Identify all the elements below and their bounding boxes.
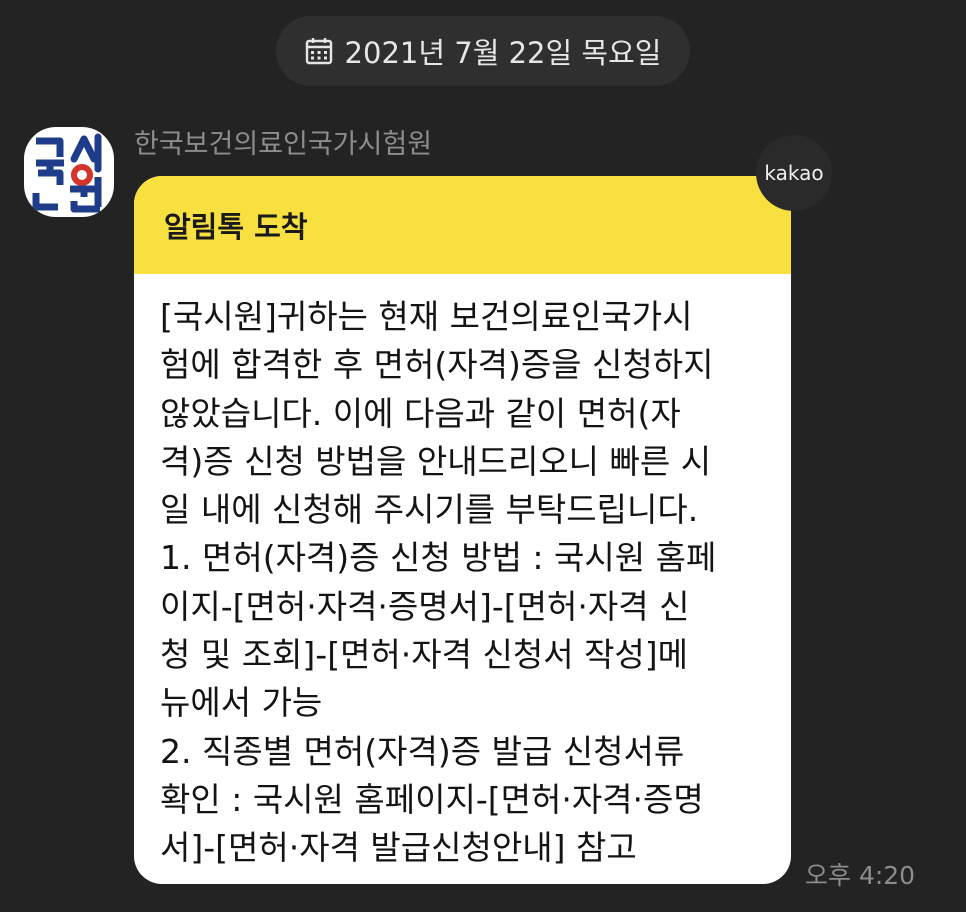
date-text: 2021년 7월 22일 목요일 <box>344 36 662 70</box>
kakao-badge: kakao <box>756 135 832 211</box>
message-line: 험에 합격한 후 면허(자격)증을 신청하지 <box>160 345 714 385</box>
message-line: 청 및 조회]-[면허·자격 신청서 작성]메 <box>160 635 689 675</box>
message-line: [국시원]귀하는 현재 보건의료인국가시 <box>160 297 693 336</box>
alimtalk-header: 알림톡 도착 <box>134 176 791 274</box>
message-line: 2. 직종별 면허(자격)증 발급 신청서류 <box>160 731 685 771</box>
message-line: 1. 면허(자격)증 신청 방법 : 국시원 홈페 <box>160 538 717 578</box>
message-line: 확인 : 국시원 홈페이지-[면허·자격·증명 <box>160 779 704 819</box>
calendar-icon <box>305 37 333 65</box>
message-time: 오후 4:20 <box>805 861 916 890</box>
message-line: 않았습니다. 이에 다음과 같이 면허(자 <box>160 393 681 433</box>
header-title: 알림톡 도착 <box>164 210 308 244</box>
message-line: 격)증 신청 방법을 안내드리오니 빠른 시 <box>160 441 712 481</box>
message-bubble[interactable]: 알림톡 도착 [국시원]귀하는 현재 보건의료인국가시 험에 합격한 후 면허(… <box>134 176 791 884</box>
message-line: 이지-[면허·자격·증명서]-[면허·자격 신 <box>160 586 690 626</box>
message-line: 뉴에서 가능 <box>160 683 323 723</box>
kuksiwon-logo-icon <box>32 133 102 213</box>
message-line: 일 내에 신청해 주시기를 부탁드립니다. <box>160 490 699 530</box>
sender-avatar[interactable] <box>24 127 114 217</box>
date-divider: 2021년 7월 22일 목요일 <box>276 16 690 86</box>
sender-name: 한국보건의료인국가시험원 <box>134 129 433 160</box>
message-body: [국시원]귀하는 현재 보건의료인국가시 험에 합격한 후 면허(자격)증을 신… <box>134 274 791 873</box>
message-line: 서]-[면허·자격 발급신청안내] 참고 <box>160 828 637 868</box>
